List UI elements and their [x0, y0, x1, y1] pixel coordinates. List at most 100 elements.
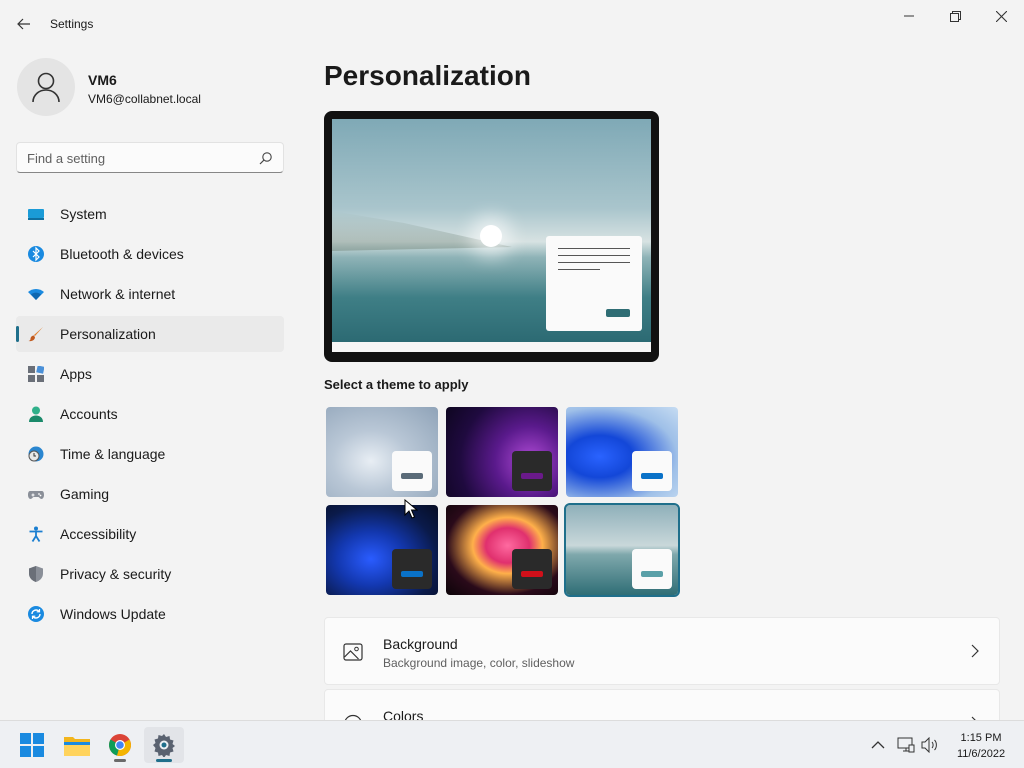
- person-icon: [32, 72, 60, 103]
- network-icon: [897, 737, 915, 753]
- globe-clock-icon: [28, 446, 44, 462]
- theme-window-badge: [392, 451, 432, 491]
- preview-taskbar: [332, 342, 651, 352]
- sidebar-item-label: Privacy & security: [60, 566, 172, 582]
- theme-window-badge: [512, 549, 552, 589]
- brush-icon: [28, 327, 43, 342]
- background-setting-row[interactable]: Background Background image, color, slid…: [324, 617, 1000, 685]
- theme-windows-dark[interactable]: [326, 505, 438, 595]
- sidebar-item-label: Windows Update: [60, 606, 166, 622]
- theme-captured-motion[interactable]: [446, 505, 558, 595]
- sidebar-item-label: Bluetooth & devices: [60, 246, 184, 262]
- theme-window-badge: [512, 451, 552, 491]
- sidebar-item-accounts[interactable]: Accounts: [16, 396, 284, 432]
- apps-icon: [28, 366, 44, 382]
- back-button[interactable]: [10, 10, 38, 38]
- file-explorer-button[interactable]: [57, 727, 97, 763]
- preview-window-line: [558, 262, 630, 263]
- sidebar-item-label: System: [60, 206, 107, 222]
- sidebar-item-network[interactable]: Network & internet: [16, 276, 284, 312]
- file-explorer-icon: [64, 737, 90, 756]
- clock-time: 1:15 PM: [960, 732, 1002, 744]
- card-title: Background: [383, 636, 458, 652]
- accessibility-icon: [29, 526, 43, 542]
- running-indicator: [114, 759, 126, 762]
- sidebar-item-label: Time & language: [60, 446, 166, 462]
- preview-window-button: [606, 309, 630, 317]
- sidebar-item-time-language[interactable]: Time & language: [16, 436, 284, 472]
- theme-heading: Select a theme to apply: [324, 377, 469, 392]
- sidebar-item-gaming[interactable]: Gaming: [16, 476, 284, 512]
- user-email: VM6@collabnet.local: [88, 92, 201, 106]
- theme-accent-bar: [521, 571, 543, 577]
- theme-windows-light-bloom[interactable]: [326, 407, 438, 497]
- app-title: Settings: [50, 17, 94, 31]
- restore-button[interactable]: [932, 0, 978, 32]
- sidebar-item-privacy[interactable]: Privacy & security: [16, 556, 284, 592]
- theme-accent-bar: [401, 473, 423, 479]
- chevron-up-icon: [871, 741, 885, 749]
- back-arrow-icon: [17, 18, 30, 30]
- bluetooth-icon: [28, 246, 44, 262]
- page-title: Personalization: [324, 60, 531, 91]
- wifi-icon: [28, 289, 44, 300]
- chrome-button[interactable]: [100, 727, 140, 763]
- preview-sun: [480, 225, 502, 247]
- shield-icon: [29, 566, 43, 582]
- theme-accent-bar: [641, 473, 663, 479]
- show-hidden-icons-button[interactable]: [868, 735, 888, 755]
- search-input[interactable]: [27, 149, 247, 167]
- minimize-icon: [904, 15, 914, 17]
- settings-icon: [153, 734, 175, 757]
- desktop-preview: [324, 111, 659, 362]
- user-name: VM6: [88, 72, 117, 88]
- sidebar-item-label: Apps: [60, 366, 92, 382]
- sidebar-nav: System Bluetooth & devices Network & int…: [16, 196, 284, 636]
- theme-glow[interactable]: [446, 407, 558, 497]
- title-bar: Settings: [0, 0, 1024, 48]
- gamepad-icon: [28, 491, 44, 499]
- settings-taskbar-button[interactable]: [144, 727, 184, 763]
- search-box[interactable]: [16, 142, 284, 173]
- taskbar: 1:15 PM 11/6/2022: [0, 720, 1024, 768]
- network-tray-button[interactable]: [896, 735, 916, 755]
- taskbar-clock[interactable]: 1:15 PM 11/6/2022: [946, 730, 1016, 762]
- chevron-right-icon: [971, 644, 979, 658]
- active-indicator: [156, 759, 172, 762]
- minimize-button[interactable]: [886, 0, 932, 32]
- avatar[interactable]: [17, 58, 75, 116]
- close-button[interactable]: [978, 0, 1024, 32]
- image-icon: [343, 643, 363, 661]
- start-button[interactable]: [12, 727, 52, 763]
- sidebar-item-accessibility[interactable]: Accessibility: [16, 516, 284, 552]
- accounts-icon: [29, 406, 43, 422]
- sidebar-item-label: Accounts: [60, 406, 118, 422]
- sidebar-item-system[interactable]: System: [16, 196, 284, 232]
- sidebar-item-label: Accessibility: [60, 526, 137, 542]
- start-icon: [20, 733, 44, 757]
- theme-windows-light[interactable]: [566, 407, 678, 497]
- sidebar-item-personalization[interactable]: Personalization: [16, 316, 284, 352]
- theme-lake[interactable]: [564, 503, 680, 597]
- mouse-cursor-icon: [404, 499, 418, 519]
- sidebar-item-apps[interactable]: Apps: [16, 356, 284, 392]
- sidebar-item-windows-update[interactable]: Windows Update: [16, 596, 284, 632]
- update-icon: [28, 606, 44, 622]
- preview-wallpaper: [332, 119, 651, 342]
- sidebar-item-label: Network & internet: [60, 286, 176, 302]
- volume-tray-button[interactable]: [920, 735, 940, 755]
- restore-icon: [949, 10, 961, 22]
- system-icon: [28, 209, 44, 220]
- preview-window-line: [558, 269, 600, 270]
- theme-window-badge: [632, 549, 672, 589]
- card-subtitle: Background image, color, slideshow: [383, 656, 575, 670]
- chrome-icon: [109, 734, 131, 757]
- preview-window-line: [558, 255, 630, 256]
- theme-window-badge: [632, 451, 672, 491]
- theme-accent-bar: [401, 571, 423, 577]
- search-icon[interactable]: [259, 151, 273, 165]
- preview-window-line: [558, 248, 630, 249]
- sidebar-item-label: Personalization: [60, 326, 156, 342]
- sidebar-item-bluetooth[interactable]: Bluetooth & devices: [16, 236, 284, 272]
- volume-icon: [921, 737, 937, 753]
